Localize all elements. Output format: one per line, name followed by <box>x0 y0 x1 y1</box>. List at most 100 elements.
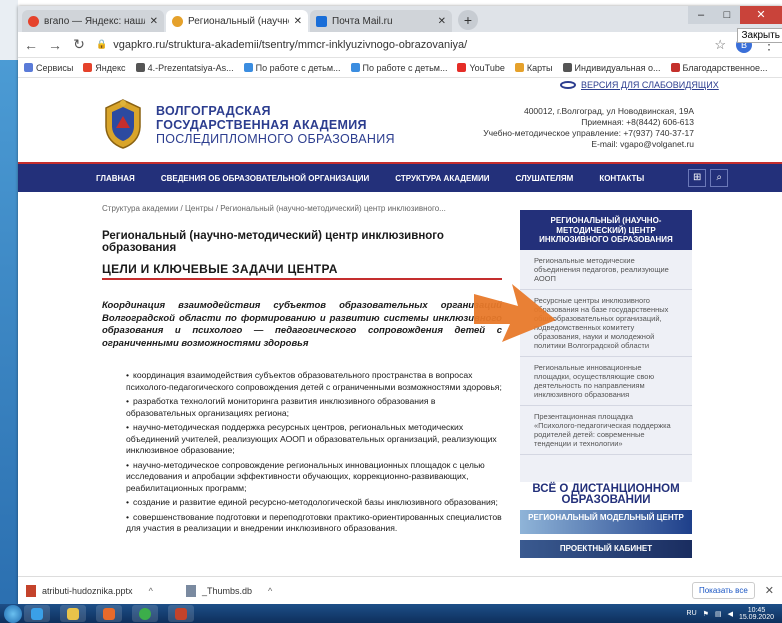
lead-paragraph: Координация взаимодействия субъектов обр… <box>102 300 502 349</box>
bookmark-item[interactable]: По работе с детьм... <box>350 63 447 73</box>
bookmark-icon <box>562 63 572 72</box>
nav-about[interactable]: СВЕДЕНИЯ ОБ ОБРАЗОВАТЕЛЬНОЙ ОРГАНИЗАЦИИ <box>161 174 369 183</box>
browser-window: вгапо — Яндекс: нашлось 108 м ✕ Регионал… <box>18 6 782 604</box>
explorer-taskbar-icon[interactable] <box>60 605 86 622</box>
bookmark-item[interactable]: 4.-Prezentatsiya-As... <box>135 63 234 73</box>
bookmark-item[interactable]: По работе с детьм... <box>243 63 341 73</box>
bookmark-item[interactable]: YouTube <box>457 63 505 73</box>
close-icon[interactable]: ✕ <box>150 16 158 27</box>
nav-students[interactable]: СЛУШАТЕЛЯМ <box>515 174 573 183</box>
taskbar: RU ⚑ ▤ ◀ 10:45 15.09.2020 <box>0 604 782 623</box>
close-icon[interactable]: ✕ <box>294 16 302 27</box>
chevron-up-icon[interactable]: ^ <box>268 586 272 596</box>
bookmark-icon <box>83 63 93 72</box>
bookmark-item[interactable]: Индивидуальная о... <box>562 63 661 73</box>
network-icon[interactable]: ▤ <box>715 610 722 618</box>
site-icon <box>172 15 183 27</box>
bookmark-icon <box>24 63 33 72</box>
download-item[interactable]: _Thumbs.db ^ <box>186 584 326 597</box>
start-button[interactable] <box>4 605 22 623</box>
bookmark-icon <box>777 63 782 72</box>
file-icon <box>186 584 196 597</box>
title-divider <box>102 278 502 280</box>
bookmark-icon <box>243 63 253 72</box>
powerpoint-taskbar-icon[interactable] <box>168 605 194 622</box>
volume-icon[interactable]: ◀ <box>728 610 733 618</box>
sidebar-item-presentation[interactable]: Презентационная площадка «Психолого-педа… <box>520 406 692 455</box>
pptx-file-icon <box>26 584 36 597</box>
system-tray: RU ⚑ ▤ ◀ 10:45 15.09.2020 <box>687 607 782 621</box>
site-header: ВОЛГОГРАДСКАЯ ГОСУДАРСТВЕННАЯ АКАДЕМИЯ П… <box>18 90 782 162</box>
list-item: научно-методическая поддержка ресурсных … <box>126 422 506 457</box>
chrome-taskbar-icon[interactable] <box>132 605 158 622</box>
list-item: научно-методическое сопровождение регион… <box>126 460 506 495</box>
model-center-banner[interactable]: РЕГИОНАЛЬНЫЙ МОДЕЛЬНЫЙ ЦЕНТР <box>520 510 692 534</box>
distance-learning-block: ВСЁ О ДИСТАНЦИОННОМ ОБРАЗОВАНИИ РЕГИОНАЛ… <box>520 482 692 578</box>
window-close-button[interactable]: ✕ <box>740 6 782 24</box>
section-title: ЦЕЛИ И КЛЮЧЕВЫЕ ЗАДАЧИ ЦЕНТРА <box>102 262 338 276</box>
bookmark-star-icon[interactable]: ☆ <box>714 37 726 53</box>
eye-icon <box>560 81 576 89</box>
tasks-list: координация взаимодействия субъектов обр… <box>126 370 506 538</box>
bookmark-icon <box>514 63 524 72</box>
maximize-button[interactable]: □ <box>714 6 740 24</box>
address-bar[interactable]: 🔒 vgapkro.ru/struktura-akademii/tsentry/… <box>96 39 704 51</box>
lock-icon: 🔒 <box>96 39 108 49</box>
ie-taskbar-icon[interactable] <box>24 605 50 622</box>
page-title: Региональный (научно-методический) центр… <box>102 230 444 254</box>
close-icon[interactable]: ✕ <box>438 16 446 27</box>
tab-yandex[interactable]: вгапо — Яндекс: нашлось 108 м ✕ <box>22 10 164 32</box>
clock[interactable]: 10:45 15.09.2020 <box>739 607 774 621</box>
main-nav: ГЛАВНАЯ СВЕДЕНИЯ ОБ ОБРАЗОВАТЕЛЬНОЙ ОРГА… <box>18 162 782 192</box>
list-item: разработка технологий мониторинга развит… <box>126 396 506 419</box>
bookmark-icon <box>350 63 360 72</box>
show-all-button[interactable]: Показать все <box>691 582 755 599</box>
academy-logo[interactable] <box>102 98 144 150</box>
tab-bar: вгапо — Яндекс: нашлось 108 м ✕ Регионал… <box>18 6 782 43</box>
download-item[interactable]: atributi-hudoznika.pptx ^ <box>26 584 166 597</box>
bookmark-item[interactable]: Сервисы <box>24 63 73 73</box>
back-icon[interactable]: ← <box>24 37 38 53</box>
bookmark-item[interactable]: Благодарственное... <box>670 63 767 73</box>
minimize-button[interactable]: – <box>688 6 714 24</box>
chevron-up-icon[interactable]: ^ <box>149 586 153 596</box>
breadcrumb[interactable]: Структура академии / Центры / Региональн… <box>102 204 446 213</box>
distance-learning-title[interactable]: ВСЁ О ДИСТАНЦИОННОМ ОБРАЗОВАНИИ <box>520 482 692 506</box>
bookmark-icon <box>670 63 680 72</box>
list-item: совершенствование подготовки и переподго… <box>126 512 506 535</box>
language-indicator[interactable]: RU <box>687 610 697 617</box>
bookmark-icon <box>135 63 145 72</box>
bookmark-icon <box>457 63 467 72</box>
brand-name[interactable]: ВОЛГОГРАДСКАЯ ГОСУДАРСТВЕННАЯ АКАДЕМИЯ П… <box>156 104 395 146</box>
search-icon[interactable]: ⌕ <box>710 169 729 187</box>
tab-mail[interactable]: Почта Mail.ru ✕ <box>310 10 452 32</box>
sidebar-heading[interactable]: РЕГИОНАЛЬНЫЙ (НАУЧНО-МЕТОДИЧЕСКИЙ) ЦЕНТР… <box>520 210 692 250</box>
flag-icon[interactable]: ⚑ <box>703 610 709 618</box>
reload-icon[interactable]: ↻ <box>72 36 86 53</box>
bookmark-item[interactable]: » <box>777 63 782 73</box>
bookmark-item[interactable]: Яндекс <box>83 63 126 73</box>
nav-home[interactable]: ГЛАВНАЯ <box>96 174 135 183</box>
sidebar-item-innovation[interactable]: Региональные инновационные площадки, осу… <box>520 357 692 406</box>
web-page: ВЕРСИЯ ДЛЯ СЛАБОВИДЯЩИХ ВОЛГОГРАДСКАЯ ГО… <box>18 78 782 578</box>
list-item: координация взаимодействия субъектов обр… <box>126 370 506 393</box>
bookmarks-bar: Сервисы Яндекс 4.-Prezentatsiya-As... По ра… <box>18 58 782 78</box>
nav-contacts[interactable]: КОНТАКТЫ <box>599 174 644 183</box>
media-taskbar-icon[interactable] <box>96 605 122 622</box>
arrow-annotation-icon <box>474 284 556 342</box>
forward-icon[interactable]: → <box>48 37 62 53</box>
close-tooltip: Закрыть <box>737 28 782 43</box>
sitemap-icon[interactable]: ⊞ <box>688 169 707 187</box>
list-item: создание и развитие единой ресурсно-мето… <box>126 497 506 509</box>
nav-structure[interactable]: СТРУКТУРА АКАДЕМИИ <box>395 174 489 183</box>
yandex-icon <box>28 15 39 27</box>
contact-info: 400012, г.Волгоград, ул Новодвинская, 19… <box>483 106 694 149</box>
new-tab-button[interactable]: + <box>458 10 478 30</box>
bookmark-item[interactable]: Карты <box>514 63 553 73</box>
tab-active-page[interactable]: Региональный (научно-методи ✕ <box>166 10 308 32</box>
vision-version-link[interactable]: ВЕРСИЯ ДЛЯ СЛАБОВИДЯЩИХ <box>560 80 719 90</box>
downloads-bar: atributi-hudoznika.pptx ^ _Thumbs.db ^ П… <box>18 576 782 604</box>
project-office-banner[interactable]: ПРОЕКТНЫЙ КАБИНЕТ <box>520 540 692 558</box>
browser-toolbar: ← → ↻ 🔒 vgapkro.ru/struktura-akademii/ts… <box>18 32 782 58</box>
close-icon[interactable]: ✕ <box>765 584 774 597</box>
